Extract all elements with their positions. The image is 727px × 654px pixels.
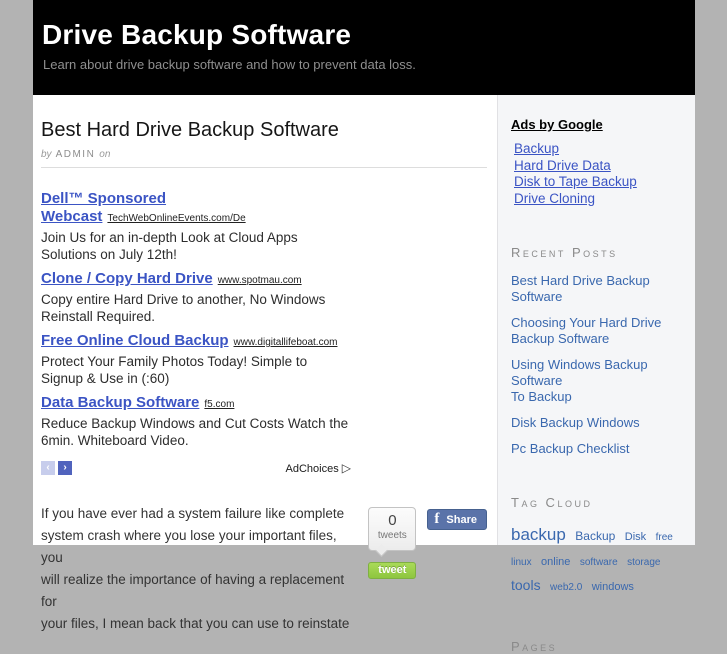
tag-link[interactable]: Backup (575, 529, 615, 543)
ad-unit: Dell™ Sponsored Webcast TechWebOnlineEven… (41, 190, 371, 263)
recent-posts-list: Best Hard Drive Backup Software Choosing… (511, 273, 687, 457)
ad-description: Protect Your Family Photos Today! Simple… (41, 354, 308, 386)
tag-link[interactable]: storage (627, 557, 660, 568)
article-paragraph: If you have ever had a system failure li… (41, 506, 350, 631)
tweet-count: 0 (388, 512, 397, 529)
content-area: Best Hard Drive Backup Software by ADMIN o… (33, 95, 695, 654)
article-intro-row: If you have ever had a system failure li… (41, 503, 487, 635)
tag-link[interactable]: free (656, 532, 673, 543)
ad-title-row: Dell™ Sponsored Webcast TechWebOnlineEven… (41, 190, 371, 226)
post-byline: by ADMIN on (41, 149, 487, 168)
tag-cloud: backup Backup Disk free linux online sof… (511, 523, 689, 599)
sidebar-google-ad-links: Backup Hard Drive Data Disk to Tape Back… (511, 141, 687, 207)
post-title: Best Hard Drive Backup Software (41, 119, 339, 141)
ad-title-row: Data Backup Software f5.com (41, 394, 371, 412)
ad-unit: Clone / Copy Hard Drive www.spotmau.com C… (41, 270, 371, 325)
tag-link[interactable]: online (541, 556, 570, 568)
ad-title-link[interactable]: Clone / Copy Hard Drive (41, 270, 213, 287)
facebook-f-icon: f (434, 511, 440, 527)
facebook-share-button[interactable]: f Share (427, 509, 487, 530)
tag-link[interactable]: backup (511, 525, 566, 544)
sidebar-ad-link[interactable]: Hard Drive Data (514, 158, 687, 175)
pages-heading: Pages (511, 639, 558, 654)
sidebar: Ads by Google Backup Hard Drive Data Dis… (497, 95, 695, 654)
ad-next-arrow-icon[interactable]: › (58, 461, 72, 475)
recent-posts-heading: Recent Posts (511, 245, 618, 260)
adchoices-icon: ▷ (341, 461, 351, 475)
ad-unit: Free Online Cloud Backup www.digitallifeb… (41, 332, 371, 387)
site-header: Drive Backup Software Learn about drive … (33, 0, 695, 95)
recent-post-link[interactable]: Choosing Your Hard Drive Backup Software (511, 315, 687, 347)
ad-title-link[interactable]: Data Backup Software (41, 394, 199, 411)
site-title: Drive Backup Software (42, 19, 352, 50)
ad-domain-link[interactable]: f5.com (204, 399, 234, 410)
adchoices-label: AdChoices (285, 463, 339, 475)
tag-cloud-heading: Tag Cloud (511, 495, 593, 510)
byline-author: ADMIN (55, 149, 96, 160)
ad-footer: ‹ › AdChoices ▷ (41, 461, 351, 475)
ad-title-row: Clone / Copy Hard Drive www.spotmau.com (41, 270, 371, 288)
tag-link[interactable]: Disk (625, 531, 646, 543)
ad-unit: Data Backup Software f5.com Reduce Backup… (41, 394, 371, 449)
ad-prev-arrow-icon[interactable]: ‹ (41, 461, 55, 475)
tweet-button[interactable]: tweet (368, 562, 417, 579)
tweet-count-box: 0 tweets (368, 507, 417, 551)
adchoices-link[interactable]: AdChoices ▷ (286, 461, 352, 475)
byline-on: on (99, 149, 111, 160)
ad-title-link[interactable]: Free Online Cloud Backup (41, 332, 229, 349)
tag-link[interactable]: web2.0 (550, 582, 582, 593)
page-container: Drive Backup Software Learn about drive … (33, 0, 695, 654)
ad-domain-link[interactable]: TechWebOnlineEvents.com/De (107, 213, 245, 224)
site-tagline: Learn about drive backup software and ho… (43, 57, 416, 72)
tag-link[interactable]: software (580, 557, 618, 568)
tweet-count-label: tweets (377, 530, 407, 541)
sidebar-ad-link[interactable]: Disk to Tape Backup (514, 174, 687, 191)
adsense-block: Dell™ Sponsored Webcast TechWebOnlineEven… (41, 190, 487, 449)
facebook-share-label: Share (446, 513, 477, 526)
ad-description: Join Us for an in-depth Look at Cloud Ap… (41, 230, 298, 262)
sidebar-ad-link[interactable]: Drive Cloning (514, 191, 687, 208)
recent-post-link[interactable]: Pc Backup Checklist (511, 441, 687, 457)
share-widgets: 0 tweets tweet f Share (368, 503, 487, 635)
recent-post-link[interactable]: Best Hard Drive Backup Software (511, 273, 687, 305)
tag-link[interactable]: windows (592, 581, 634, 593)
byline-by: by (41, 149, 52, 160)
ad-domain-link[interactable]: www.spotmau.com (218, 275, 302, 286)
ad-title-row: Free Online Cloud Backup www.digitallifeb… (41, 332, 371, 350)
ad-description: Reduce Backup Windows and Cut Costs Watc… (41, 416, 349, 448)
recent-post-link[interactable]: Using Windows Backup Software To Backup (511, 357, 687, 405)
ad-description: Copy entire Hard Drive to another, No Wi… (41, 292, 326, 324)
ad-domain-link[interactable]: www.digitallifeboat.com (234, 337, 338, 348)
tag-link[interactable]: linux (511, 557, 532, 568)
twitter-widget: 0 tweets tweet (368, 507, 417, 579)
sidebar-ads-by-google-heading[interactable]: Ads by Google (511, 117, 687, 132)
sidebar-ad-link[interactable]: Backup (514, 141, 687, 158)
main-column: Best Hard Drive Backup Software by ADMIN o… (33, 95, 497, 631)
tag-link[interactable]: tools (511, 577, 541, 593)
recent-post-link[interactable]: Disk Backup Windows (511, 415, 687, 431)
